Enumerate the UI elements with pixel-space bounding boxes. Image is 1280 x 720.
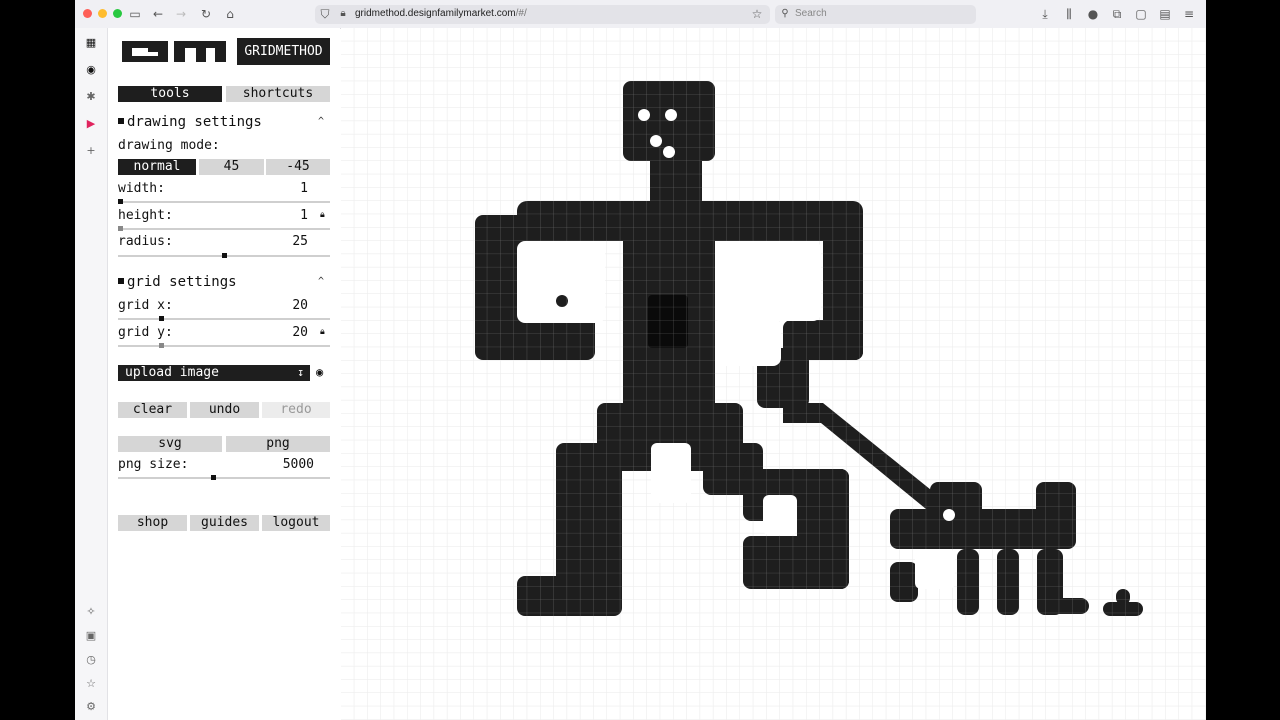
browser-toolbar: ▭ ← → ↻ ⌂ ⛉ 🔒︎ gridmethod.designfamilyma… (75, 0, 1206, 29)
shield-icon[interactable]: ⛉ (317, 6, 333, 22)
grid-y-value: 20 (292, 325, 308, 340)
bookmark-star-icon[interactable]: ☆ (749, 6, 765, 22)
search-input[interactable]: ⚲ Search (775, 5, 976, 24)
url-bar[interactable]: ⛉ 🔒︎ gridmethod.designfamilymarket.com/#… (315, 5, 770, 24)
mode-minus45-button[interactable]: -45 (266, 159, 330, 175)
upload-image-label: upload image (125, 365, 219, 380)
lock-icon[interactable]: 🔒︎ (320, 210, 325, 220)
tab-shortcuts[interactable]: shortcuts (226, 86, 330, 102)
download-icon[interactable]: ⤓ (1037, 6, 1053, 22)
grid-x-label: grid x: (118, 298, 173, 313)
upload-arrow-icon: ↧ (297, 366, 304, 379)
add-icon[interactable]: + (83, 143, 99, 159)
redo-button[interactable]: redo (262, 402, 330, 418)
reload-icon[interactable]: ↻ (198, 6, 214, 22)
clear-button[interactable]: clear (118, 402, 187, 418)
width-value: 1 (300, 181, 308, 196)
width-slider-thumb[interactable] (118, 199, 123, 204)
grid-y-slider-thumb[interactable] (159, 343, 164, 348)
zoom-window-icon[interactable] (113, 9, 122, 18)
radius-label: radius: (118, 234, 173, 249)
search-icon: ⚲ (781, 8, 789, 19)
logo-wordmark: GRIDMETHOD (237, 38, 330, 65)
radius-slider[interactable] (118, 253, 330, 258)
bookmarks-icon[interactable]: ☆ (83, 676, 99, 692)
close-window-icon[interactable] (83, 9, 92, 18)
undo-button[interactable]: undo (190, 402, 259, 418)
png-size-label: png size: (118, 457, 189, 472)
pin-icon[interactable]: ✱ (83, 89, 99, 105)
home-icon[interactable]: ⌂ (222, 6, 238, 22)
mode-45-button[interactable]: 45 (199, 159, 264, 175)
tab-tools[interactable]: tools (118, 86, 222, 102)
forward-icon[interactable]: → (173, 6, 189, 22)
radius-value: 25 (292, 234, 308, 249)
chatgpt-icon[interactable]: ◉ (83, 62, 99, 78)
grid-drawing[interactable] (341, 28, 1206, 720)
library-icon[interactable]: ⫼ (1061, 6, 1077, 22)
sidebar-toggle-icon[interactable]: ▭ (127, 6, 143, 22)
youtube-icon[interactable]: ▶ (83, 116, 99, 132)
menu-icon[interactable]: ≡ (1181, 6, 1197, 22)
logout-button[interactable]: logout (262, 515, 330, 531)
height-label: height: (118, 208, 173, 223)
minimize-window-icon[interactable] (98, 9, 107, 18)
grid-y-label: grid y: (118, 325, 173, 340)
grid-settings-header[interactable]: grid settings (118, 274, 237, 290)
png-size-slider[interactable] (118, 475, 330, 480)
lock-icon: 🔒︎ (340, 8, 346, 19)
browser-window: ▭ ← → ↻ ⌂ ⛉ 🔒︎ gridmethod.designfamilyma… (75, 0, 1206, 720)
gm-logo-mark (122, 41, 226, 62)
save-page-icon[interactable]: ▣ (83, 628, 99, 644)
png-size-value: 5000 (282, 457, 314, 472)
width-slider[interactable] (118, 199, 330, 204)
height-value: 1 (300, 208, 308, 223)
upload-image-button[interactable]: upload image ↧ (118, 365, 310, 381)
account-icon[interactable]: ● (1085, 6, 1101, 22)
browser-sidebar: ▦ ◉ ✱ ▶ + ✧ ▣ ◷ ☆ ⚙ (75, 28, 108, 720)
height-slider[interactable] (118, 226, 330, 231)
tools-panel: GRIDMETHOD tools shortcuts drawing setti… (108, 28, 340, 720)
drawing-settings-header[interactable]: drawing settings (118, 114, 262, 130)
grid-x-slider-thumb[interactable] (159, 316, 164, 321)
shop-button[interactable]: shop (118, 515, 187, 531)
lock-icon[interactable]: 🔒︎ (320, 327, 325, 337)
back-icon[interactable]: ← (150, 6, 166, 22)
drawing-mode-label: drawing mode: (118, 138, 220, 153)
ai-sparkle-icon[interactable]: ✧ (83, 604, 99, 620)
guides-button[interactable]: guides (190, 515, 259, 531)
gm-logo (118, 38, 231, 65)
height-slider-thumb[interactable] (118, 226, 123, 231)
history-icon[interactable]: ◷ (83, 652, 99, 668)
grid-y-slider[interactable] (118, 343, 330, 348)
extensions-icon[interactable]: ⧉ (1109, 6, 1125, 22)
gridmethod-tab-icon[interactable]: ▦ (83, 35, 99, 51)
export-png-button[interactable]: png (226, 436, 330, 452)
radius-slider-thumb[interactable] (222, 253, 227, 258)
export-svg-button[interactable]: svg (118, 436, 222, 452)
sidebar-icon[interactable]: ▤ (1157, 6, 1173, 22)
width-label: width: (118, 181, 165, 196)
url-text: gridmethod.designfamilymarket.com/#/ (355, 8, 527, 19)
search-placeholder: Search (795, 8, 827, 19)
container-icon[interactable]: ▢ (1133, 6, 1149, 22)
collapse-drawing-settings-icon[interactable]: ^ (318, 116, 324, 127)
png-size-slider-thumb[interactable] (211, 475, 216, 480)
mode-normal-button[interactable]: normal (118, 159, 196, 175)
hide-image-eye-icon[interactable]: ◉ (316, 365, 323, 379)
grid-x-value: 20 (292, 298, 308, 313)
grid-overlay (341, 28, 1206, 720)
drawing-canvas[interactable] (341, 28, 1206, 720)
grid-x-slider[interactable] (118, 316, 330, 321)
settings-icon[interactable]: ⚙ (83, 699, 99, 715)
collapse-grid-settings-icon[interactable]: ^ (318, 276, 324, 287)
